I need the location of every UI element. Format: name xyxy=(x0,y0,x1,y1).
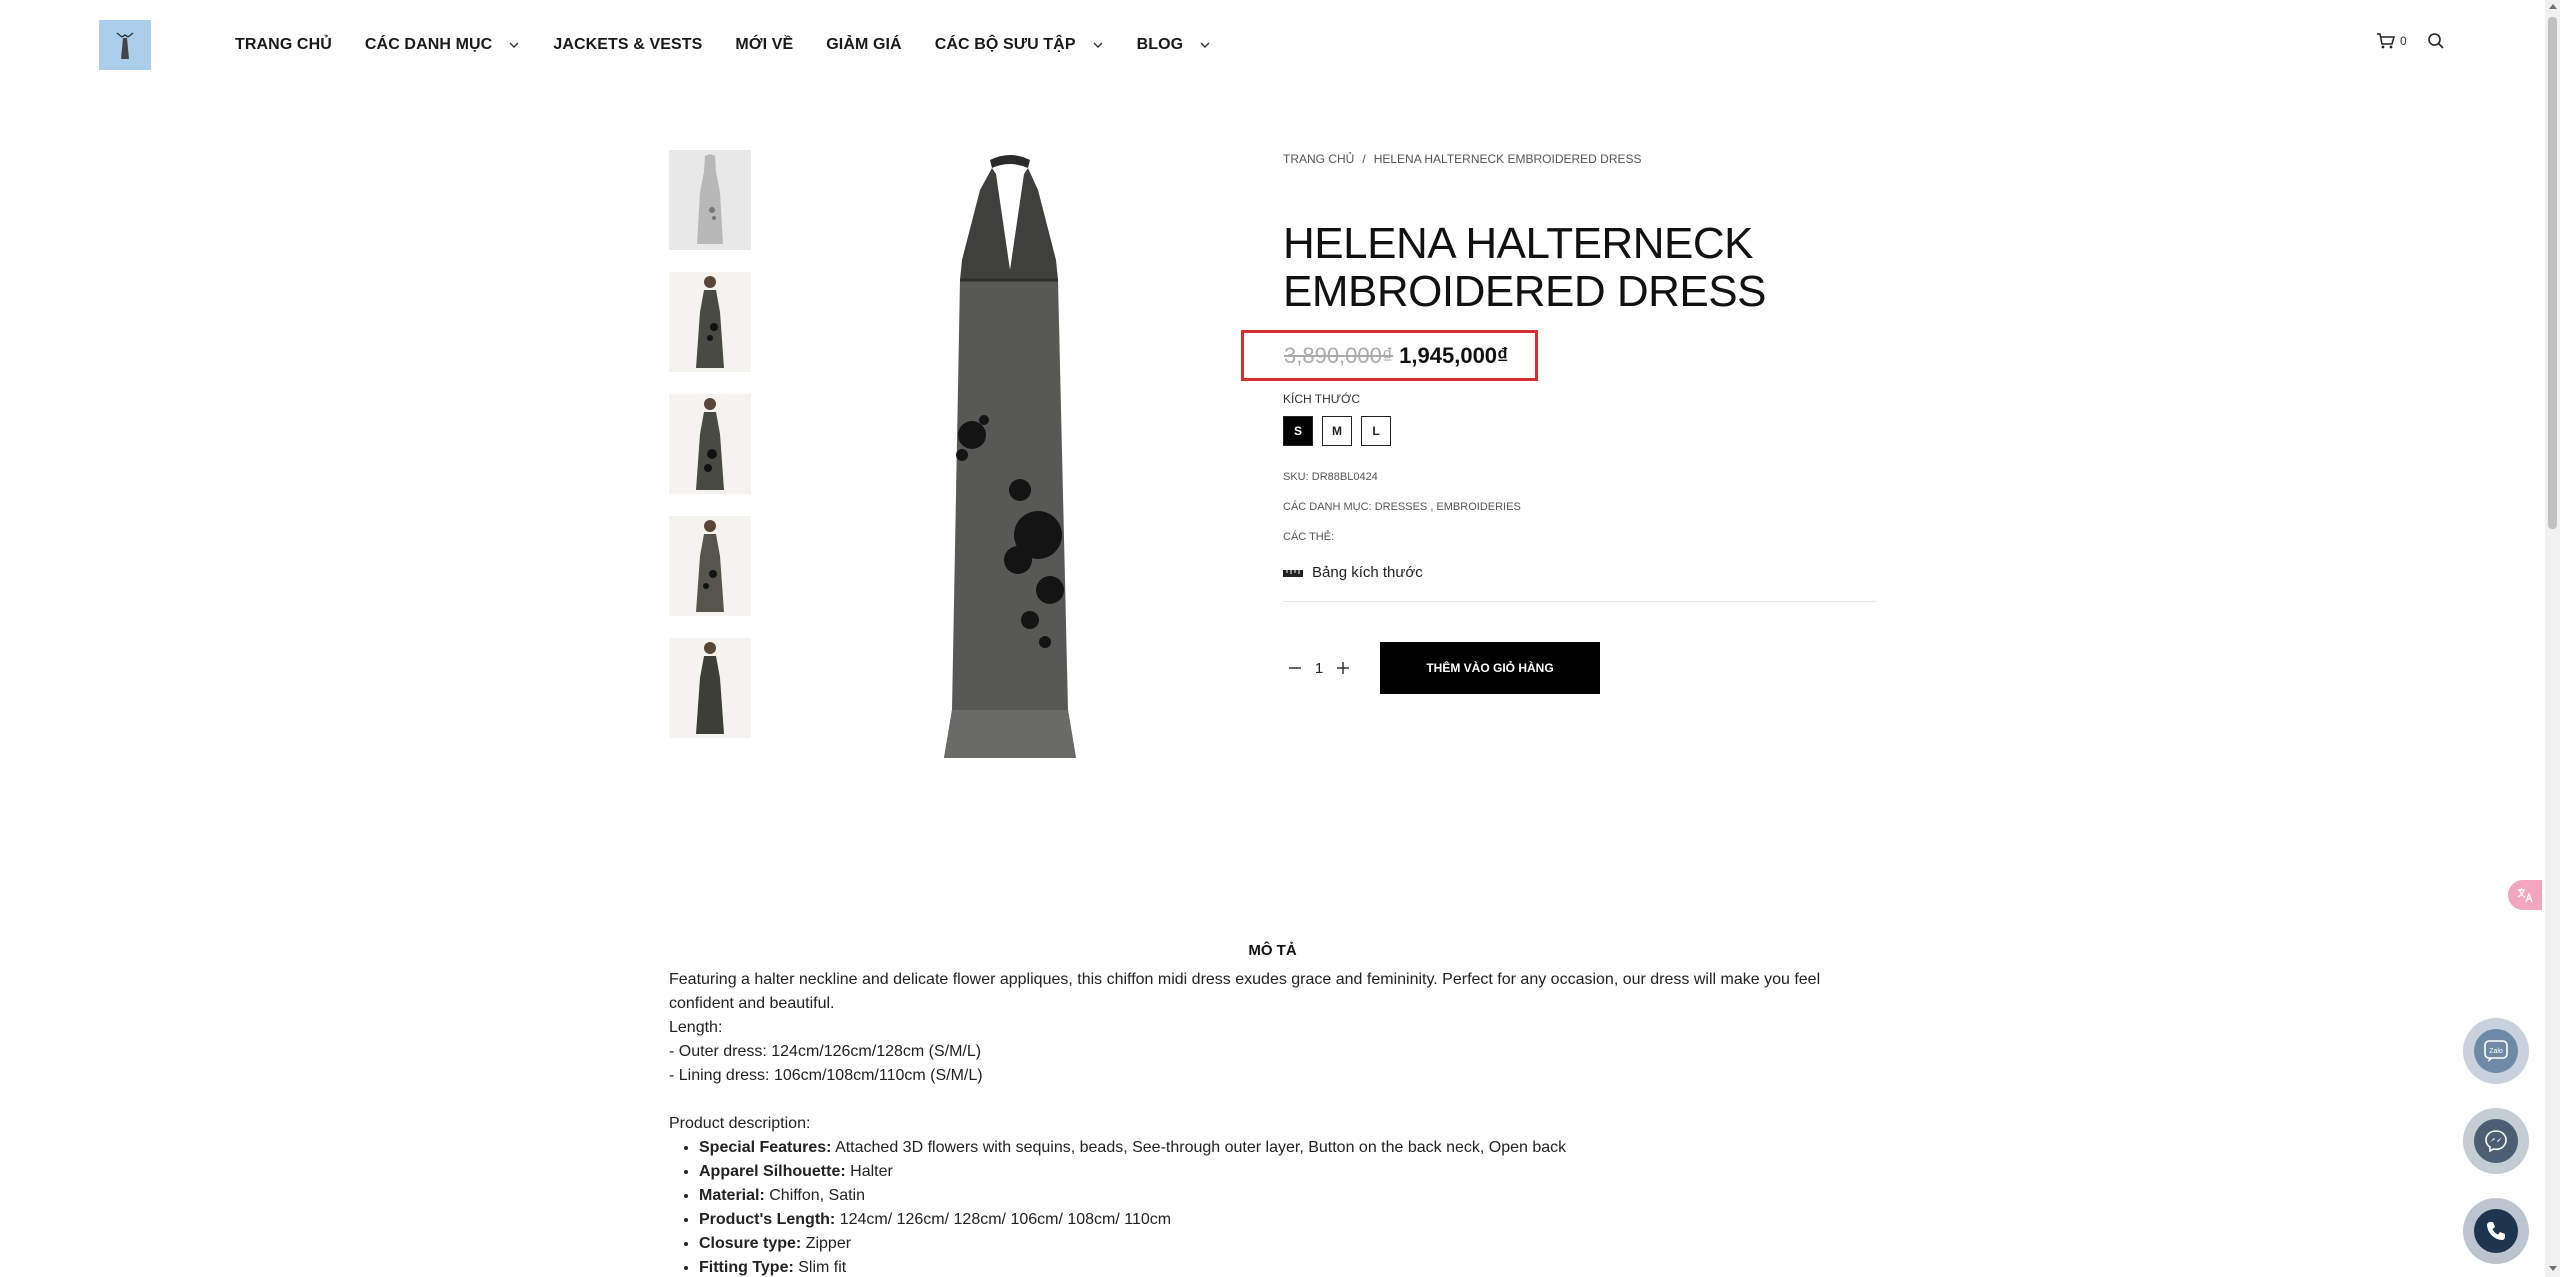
thumbnail-4[interactable] xyxy=(669,516,751,616)
categories-links[interactable]: DRESSES , EMBROIDERIES xyxy=(1375,501,1521,513)
model-thumbnail-image xyxy=(696,398,724,490)
description-body: Featuring a halter neckline and delicate… xyxy=(669,968,1839,1277)
size-label: KÍCH THƯỚC xyxy=(1283,392,1360,406)
nav-item-new-arrivals[interactable]: MỚI VỀ xyxy=(735,36,793,54)
dress-image xyxy=(944,155,1076,758)
feature-item: Product's Length: 124cm/ 126cm/ 128cm/ 1… xyxy=(699,1208,1839,1232)
chevron-down-icon xyxy=(509,42,519,48)
quantity-increase-button[interactable] xyxy=(1331,656,1355,680)
outer-length: - Outer dress: 124cm/126cm/128cm (S/M/L) xyxy=(669,1043,982,1060)
nav-item-home[interactable]: TRANG CHỦ xyxy=(235,36,332,54)
description-title: MÔ TẢ xyxy=(1248,942,1297,959)
chevron-down-icon xyxy=(1093,42,1103,48)
cart-icon[interactable] xyxy=(2376,32,2396,50)
breadcrumb: TRANG CHỦ / HELENA HALTERNECK EMBROIDERED … xyxy=(1283,152,1642,166)
translate-icon xyxy=(2517,888,2533,903)
product-main-image[interactable] xyxy=(790,150,1230,840)
header-icons: 0 xyxy=(2376,32,2445,50)
thumbnail-1[interactable] xyxy=(669,150,751,250)
messenger-icon xyxy=(2485,1130,2507,1153)
translate-widget[interactable] xyxy=(2508,880,2542,910)
zalo-button[interactable]: Zalo xyxy=(2463,1018,2529,1084)
product-title: HELENA HALTERNECK EMBROIDERED DRESS xyxy=(1283,219,1766,316)
size-option-l[interactable]: L xyxy=(1361,416,1391,446)
thumbnail-5[interactable] xyxy=(669,638,751,738)
size-option-m[interactable]: M xyxy=(1322,416,1352,446)
feature-item: Special Features: Attached 3D flowers wi… xyxy=(699,1136,1839,1160)
description-intro: Featuring a halter neckline and delicate… xyxy=(669,971,1821,1012)
sku-label: SKU: xyxy=(1283,471,1309,483)
zalo-icon: Zalo xyxy=(2484,1040,2508,1062)
sku-row: SKU: DR88BL0424 xyxy=(1283,471,1378,483)
product-description-label: Product description: xyxy=(669,1115,811,1132)
phone-button[interactable] xyxy=(2463,1198,2529,1264)
zalo-text: Zalo xyxy=(2489,1048,2503,1055)
cart-count: 0 xyxy=(2400,34,2407,48)
quantity-input[interactable]: 1 xyxy=(1307,660,1331,677)
plus-icon xyxy=(1337,662,1349,674)
main-nav: TRANG CHỦ CÁC DANH MỤC JACKETS & VESTS M… xyxy=(235,34,1244,56)
scroll-up-arrow[interactable] xyxy=(2549,4,2557,9)
divider xyxy=(1283,601,1876,602)
messenger-button[interactable] xyxy=(2463,1108,2529,1174)
nav-item-collections[interactable]: CÁC BỘ SƯU TẬP xyxy=(935,36,1104,54)
size-chart-label: Bảng kích thước xyxy=(1312,564,1423,581)
sku-value: DR88BL0424 xyxy=(1311,471,1378,483)
page-scrollbar[interactable] xyxy=(2545,0,2560,1277)
nav-item-jackets-vests[interactable]: JACKETS & VESTS xyxy=(553,36,702,54)
scrollbar-thumb[interactable] xyxy=(2548,17,2557,529)
ruler-icon xyxy=(1283,569,1303,577)
feature-item: Material: Chiffon, Satin xyxy=(699,1184,1839,1208)
thumbnail-3[interactable] xyxy=(669,394,751,494)
price-sale: 1,945,000₫ xyxy=(1399,342,1509,368)
model-thumbnail-image xyxy=(696,642,724,734)
nav-item-sale[interactable]: GIẢM GIÁ xyxy=(826,36,901,54)
add-to-cart-button[interactable]: THÊM VÀO GIỎ HÀNG xyxy=(1380,642,1600,694)
quantity-decrease-button[interactable] xyxy=(1283,656,1307,680)
price-original: 3,890,000₫ xyxy=(1284,342,1394,368)
quantity-stepper: 1 xyxy=(1283,642,1355,694)
minus-icon xyxy=(1289,667,1301,669)
scroll-down-arrow[interactable] xyxy=(2549,1266,2557,1271)
dress-thumbnail-image xyxy=(697,154,723,244)
logo-mark-icon xyxy=(116,32,134,59)
nav-item-blog[interactable]: BLOG xyxy=(1137,36,1212,54)
feature-item: Closure type: Zipper xyxy=(699,1232,1839,1256)
price-highlight-box: 3,890,000₫ 1,945,000₫ xyxy=(1241,330,1538,381)
model-thumbnail-image xyxy=(696,520,724,612)
size-chart-link[interactable]: Bảng kích thước xyxy=(1283,564,1423,581)
search-icon[interactable] xyxy=(2427,32,2445,50)
model-thumbnail-image xyxy=(696,276,724,368)
chevron-down-icon xyxy=(1200,42,1210,48)
thumbnail-2[interactable] xyxy=(669,272,751,372)
lining-length: - Lining dress: 106cm/108cm/110cm (S/M/L… xyxy=(669,1067,983,1084)
breadcrumb-home[interactable]: TRANG CHỦ xyxy=(1283,152,1354,166)
length-label: Length: xyxy=(669,1019,723,1036)
breadcrumb-separator: / xyxy=(1362,152,1366,166)
breadcrumb-current: HELENA HALTERNECK EMBROIDERED DRESS xyxy=(1373,152,1642,166)
size-option-s[interactable]: S xyxy=(1283,416,1313,446)
feature-item: Apparel Silhouette: Halter xyxy=(699,1160,1839,1184)
feature-item: Fitting Type: Slim fit xyxy=(699,1256,1839,1277)
categories-label: CÁC DANH MỤC: xyxy=(1283,501,1372,513)
thumbnail-list xyxy=(669,150,751,760)
categories-row: CÁC DANH MỤC: DRESSES , EMBROIDERIES xyxy=(1283,501,1521,513)
size-selector: S M L xyxy=(1283,416,1391,446)
nav-item-categories[interactable]: CÁC DANH MỤC xyxy=(365,36,520,54)
tags-row: CÁC THẺ: xyxy=(1283,531,1334,543)
phone-icon xyxy=(2487,1222,2505,1240)
tags-label: CÁC THẺ: xyxy=(1283,531,1335,543)
site-logo[interactable] xyxy=(99,20,151,70)
feature-list: Special Features: Attached 3D flowers wi… xyxy=(699,1136,1839,1277)
